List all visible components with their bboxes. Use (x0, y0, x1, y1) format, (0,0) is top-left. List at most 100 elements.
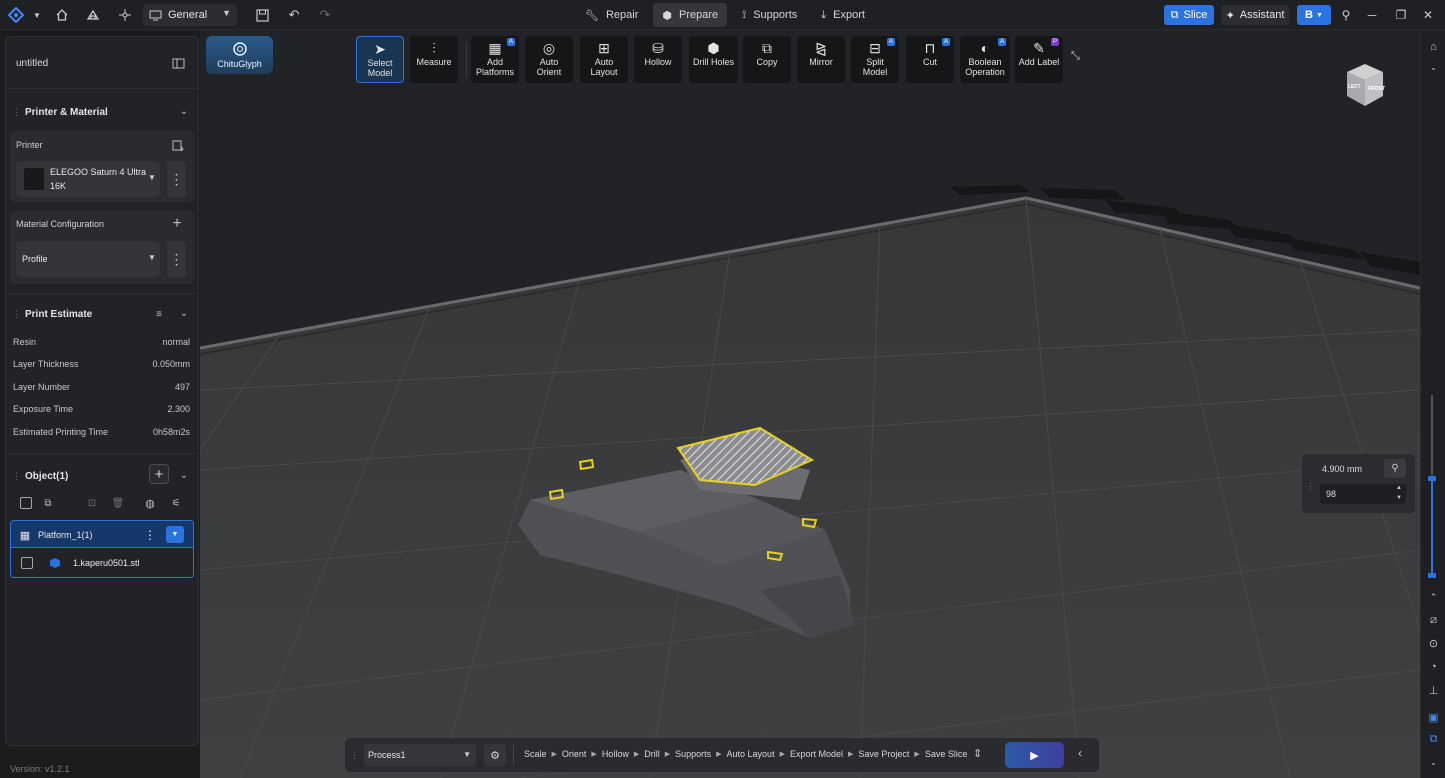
collapse-toolbar-icon[interactable]: ⤡ (1071, 50, 1080, 63)
process-settings-button[interactable]: ⚙︎ (484, 744, 506, 766)
run-workflow-button[interactable]: ▶ (1005, 742, 1064, 768)
boolean-operation-tool[interactable]: A ◐ Boolean Operation (960, 36, 1010, 83)
layer-slider[interactable] (1428, 476, 1436, 578)
select-all-checkbox[interactable] (20, 497, 32, 509)
add-object-button[interactable]: + (149, 464, 169, 484)
chevron-down-icon[interactable]: ⌄ (1426, 60, 1441, 75)
save-icon[interactable] (252, 5, 272, 25)
drag-handle-icon[interactable]: ⋮ (350, 750, 359, 760)
tool-label: Split (866, 57, 884, 67)
increment-icon[interactable]: ▲ (1396, 485, 1402, 491)
auto-orient-tool[interactable]: ◎ Auto Orient (525, 36, 573, 83)
model-row[interactable]: 1.kaperu0501.stl (10, 548, 194, 578)
more-vertical-icon[interactable]: ⋮ (142, 527, 158, 543)
sidebar-toggle-icon[interactable] (170, 55, 186, 71)
cut-plane-icon[interactable]: ⊥ (1426, 683, 1441, 698)
center-icon[interactable]: ⊡ (84, 495, 100, 511)
decrement-icon[interactable]: ▼ (1396, 495, 1402, 501)
step-scale[interactable]: Scale (524, 749, 547, 759)
model-checkbox[interactable] (21, 557, 33, 569)
workspace-select[interactable]: General ▼ (143, 4, 237, 26)
network-icon[interactable] (115, 5, 135, 25)
object-title: Object(1) (25, 471, 69, 482)
restore-icon[interactable]: ❐ (1391, 5, 1411, 25)
add-label-tool[interactable]: P ✎ Add Label (1015, 36, 1063, 83)
platform-icon: ▦ (19, 529, 31, 542)
step-orient[interactable]: Orient (562, 749, 587, 759)
expand-steps-icon[interactable]: ⇕ (973, 747, 982, 760)
hollow-tool[interactable]: ⛁ Hollow (634, 36, 682, 83)
profile-select[interactable]: Profile ▼ (16, 241, 160, 277)
step-drill[interactable]: Drill (644, 749, 660, 759)
list-icon[interactable]: ≡ (151, 306, 167, 322)
layers-view-icon[interactable]: ⧉ (1426, 732, 1441, 747)
home-icon[interactable] (52, 5, 72, 25)
printer-settings-icon[interactable] (170, 138, 186, 154)
filter-icon[interactable]: ⚟ (168, 495, 184, 511)
process-select[interactable]: Process1 ▼ (364, 744, 476, 766)
prepare-icon: ⬢ (662, 9, 672, 22)
chevron-down-icon[interactable]: ⌄ (1426, 755, 1441, 770)
app-menu-chevron-icon[interactable]: ▼ (27, 5, 47, 25)
profile-more-button[interactable]: ⋮ (167, 241, 186, 277)
redo-icon[interactable]: ↷ (315, 5, 335, 25)
outline-view-icon[interactable]: ▣ (1426, 710, 1441, 725)
perspective-icon[interactable]: ⧄ (1426, 613, 1441, 628)
layer-number-input[interactable]: 98 ▲ ▼ (1320, 484, 1406, 504)
pin-icon[interactable]: ⚲ (1336, 5, 1356, 25)
add-platforms-tool[interactable]: A ▦ Add Platforms (471, 36, 519, 83)
account-button[interactable]: B ▼ (1297, 5, 1331, 25)
tab-export[interactable]: ⤓ Export (812, 3, 874, 27)
chevron-down-icon[interactable]: ⌄ (176, 305, 192, 321)
mirror-tool[interactable]: ⧎ Mirror (797, 36, 845, 83)
home-view-icon[interactable]: ⌂ (1426, 39, 1441, 54)
printer-more-button[interactable]: ⋮ (167, 161, 186, 197)
3d-viewport[interactable]: FRONT LEFT (200, 30, 1420, 778)
printer-select[interactable]: ELEGOO Saturn 4 Ultra 16K ▼ (16, 161, 160, 197)
split-model-tool[interactable]: A ⊟ Split Model (851, 36, 899, 83)
assistant-button[interactable]: ✦ Assistant (1221, 5, 1289, 25)
chevron-down-icon[interactable]: ⌄ (176, 103, 192, 119)
chevron-up-icon[interactable]: ⌃ (1426, 590, 1441, 605)
step-supports[interactable]: Supports (675, 749, 711, 759)
drill-holes-tool[interactable]: ⬢ Drill Holes (689, 36, 738, 83)
add-material-icon[interactable]: + (169, 215, 185, 232)
expand-platform-button[interactable]: ▼ (166, 526, 184, 543)
drag-handle-icon[interactable]: ⋮ (12, 107, 21, 117)
printer-farm-icon[interactable] (83, 5, 103, 25)
measure-tool[interactable]: ⫶ Measure (410, 36, 458, 83)
chituglyph-button[interactable]: ChituGlyph (206, 36, 273, 74)
step-hollow[interactable]: Hollow (602, 749, 629, 759)
tab-prepare[interactable]: ⬢ Prepare (653, 3, 728, 27)
app-logo-icon[interactable] (6, 5, 26, 25)
step-save-slice[interactable]: Save Slice (925, 749, 968, 759)
minimize-icon[interactable]: ─ (1362, 5, 1382, 25)
auto-layout-tool[interactable]: ⊞ Auto Layout (580, 36, 628, 83)
cut-tool[interactable]: A ⊓ Cut (906, 36, 954, 83)
trash-icon[interactable]: 🗑︎ (110, 495, 126, 511)
copy-tool[interactable]: ⧉ Copy (743, 36, 791, 83)
close-icon[interactable]: ✕ (1418, 5, 1438, 25)
rotate-view-icon[interactable]: ◔ (1426, 659, 1441, 674)
pin-layer-button[interactable]: ⚲ (1384, 459, 1406, 478)
palette-icon[interactable]: ◍ (142, 495, 158, 511)
group-icon[interactable]: ⧉ (40, 495, 56, 511)
tab-supports[interactable]: ⟟ Supports (733, 3, 806, 27)
step-auto-layout[interactable]: Auto Layout (727, 749, 775, 759)
select-model-tool[interactable]: ➤ Select Model (356, 36, 404, 83)
chevron-down-icon[interactable]: ⌄ (176, 467, 192, 483)
step-save-project[interactable]: Save Project (858, 749, 909, 759)
tab-prepare-label: Prepare (678, 9, 719, 21)
collapse-bar-icon[interactable]: ‹ (1078, 746, 1082, 760)
undo-icon[interactable]: ↶ (284, 5, 304, 25)
slice-button[interactable]: ⧉ Slice (1164, 5, 1214, 25)
drag-handle-icon[interactable]: ⋮ (12, 309, 21, 319)
assistant-label: Assistant (1239, 9, 1285, 21)
step-export-model[interactable]: Export Model (790, 749, 843, 759)
tab-repair[interactable]: 🔧︎ Repair (576, 3, 647, 27)
drag-handle-icon[interactable]: ⋮ (12, 471, 21, 481)
platform-row[interactable]: ▦ Platform_1(1) ⋮ ▼ (10, 520, 194, 548)
drag-handle-icon[interactable]: ⋮ (1306, 481, 1315, 491)
camera-target-icon[interactable]: ⊙ (1426, 636, 1441, 651)
label-icon: ✎ (1033, 40, 1045, 56)
